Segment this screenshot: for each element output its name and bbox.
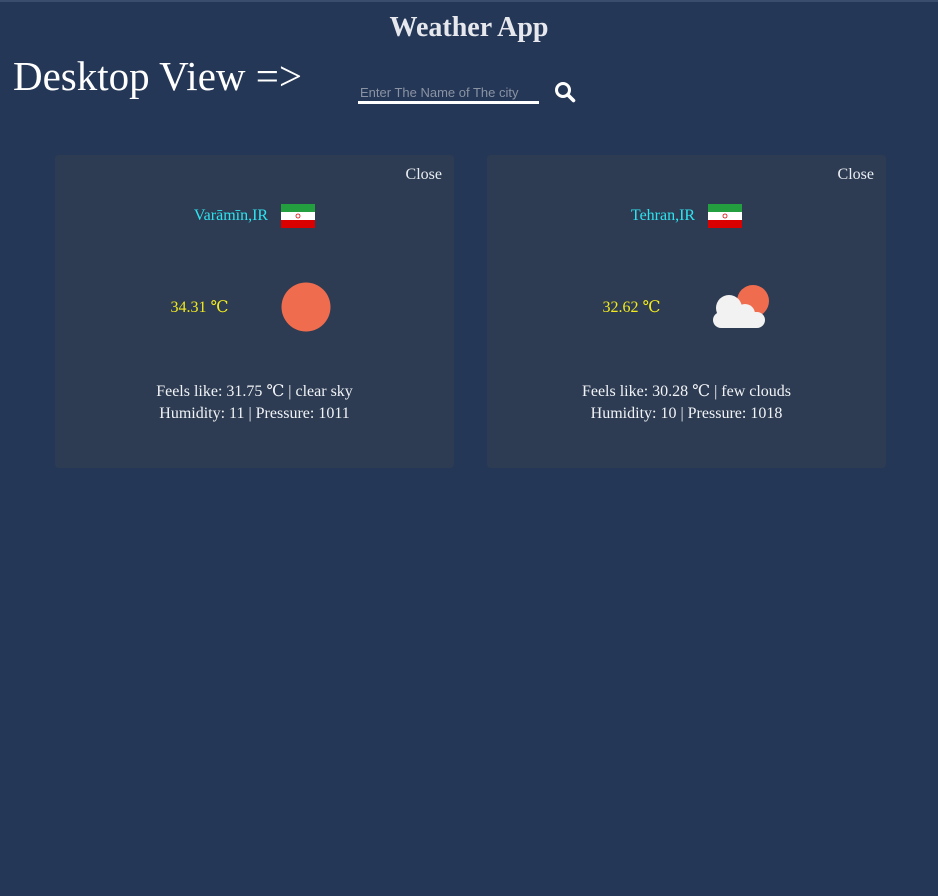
iran-flag-icon [281, 204, 316, 228]
top-border [0, 0, 938, 2]
humidity-pressure-line: Humidity: 11 | Pressure: 1011 [159, 405, 350, 422]
temperature-row: 32.62 ℃ [487, 281, 886, 333]
weather-details: Feels like: 30.28 ℃ | few clouds Humidit… [487, 381, 886, 425]
temperature-row: 34.31 ℃ [55, 281, 454, 333]
search-button[interactable] [553, 80, 577, 104]
city-name: Varāmīn,IR [193, 207, 269, 224]
clear-sky-sun-icon [281, 282, 330, 332]
feels-like-line: Feels like: 31.75 ℃ | clear sky [156, 383, 353, 400]
city-row: Varāmīn,IR [55, 203, 454, 229]
view-label: Desktop View => [13, 53, 303, 99]
city-row: Tehran,IR [487, 203, 886, 229]
temperature: 34.31 ℃ [170, 299, 229, 316]
weather-card: Close Varāmīn,IR 34.31 ℃ Feels like: 31.… [55, 155, 454, 468]
humidity-pressure-line: Humidity: 10 | Pressure: 1018 [590, 405, 783, 422]
city-search-input[interactable] [358, 84, 539, 104]
few-clouds-icon [712, 285, 769, 328]
iran-flag-icon [708, 204, 743, 228]
search-icon [555, 82, 576, 103]
close-button[interactable]: Close [406, 166, 442, 184]
temperature: 32.62 ℃ [602, 299, 661, 316]
weather-details: Feels like: 31.75 ℃ | clear sky Humidity… [55, 381, 454, 425]
app-title: Weather App [389, 12, 549, 43]
feels-like-line: Feels like: 30.28 ℃ | few clouds [581, 383, 792, 400]
weather-card: Close Tehran,IR 32.62 ℃ Feels like: 30.2… [487, 155, 886, 468]
close-button[interactable]: Close [838, 166, 874, 184]
city-name: Tehran,IR [630, 207, 696, 224]
